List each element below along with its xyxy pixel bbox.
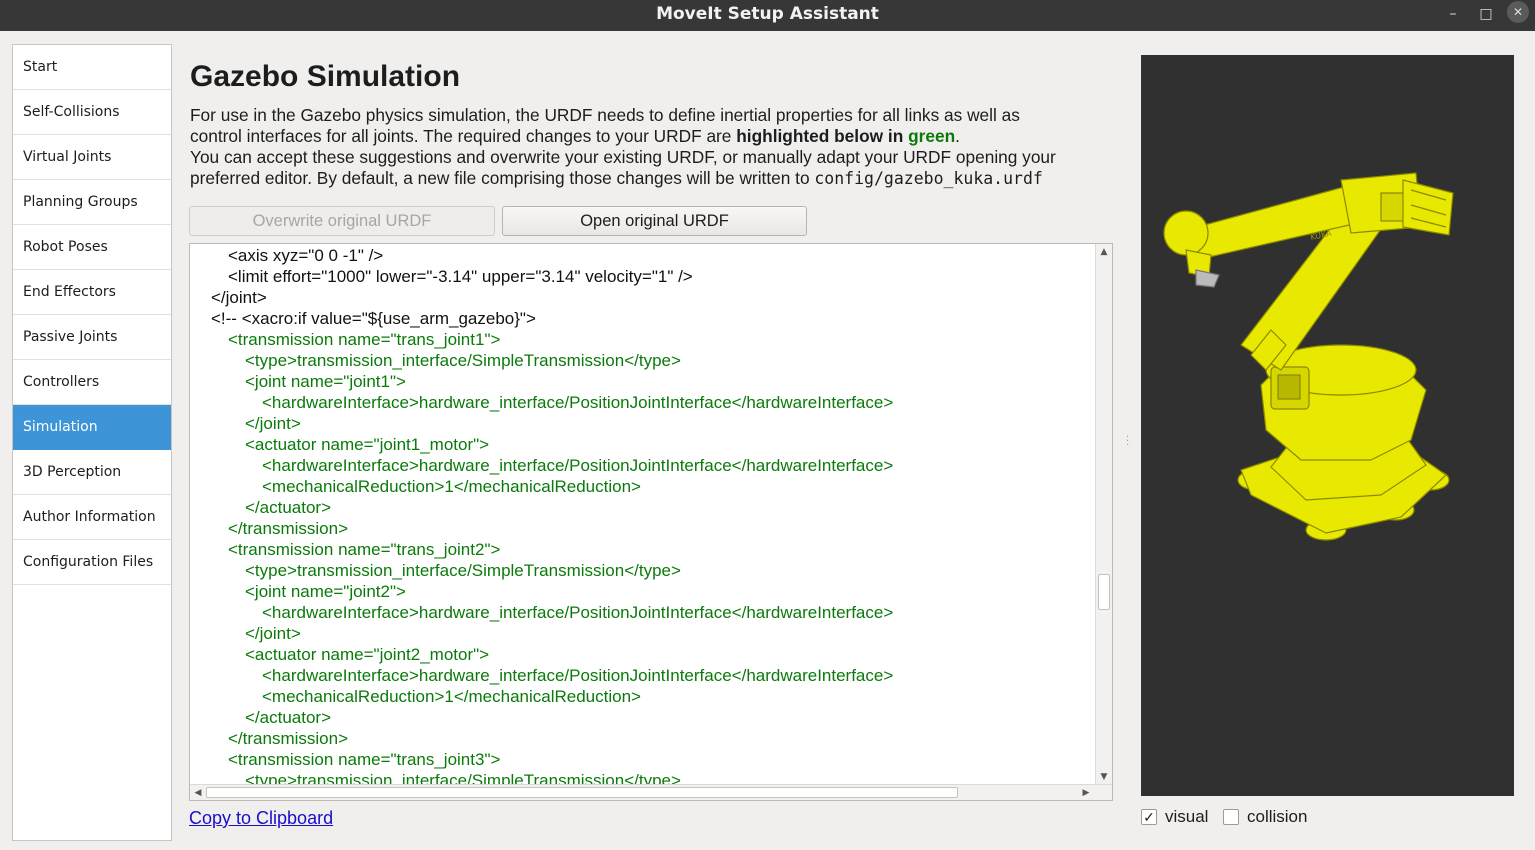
code-line: </transmission> (228, 519, 348, 538)
maximize-icon[interactable]: □ (1473, 3, 1499, 27)
sidebar-item-planning-groups[interactable]: Planning Groups (13, 180, 171, 225)
close-icon[interactable]: ✕ (1507, 1, 1529, 23)
sidebar-item-author-information[interactable]: Author Information (13, 495, 171, 540)
kuka-robot-model: KUKA (1163, 172, 1454, 541)
checkbox-box[interactable] (1223, 809, 1239, 825)
output-file-path: config/gazebo_kuka.urdf (814, 169, 1043, 188)
highlight-text: highlighted below in (736, 126, 909, 146)
code-line: <limit effort="1000" lower="-3.14" upper… (228, 267, 693, 286)
sidebar-item-controllers[interactable]: Controllers (13, 360, 171, 405)
open-urdf-button[interactable]: Open original URDF (502, 206, 807, 236)
scroll-down-icon[interactable]: ▼ (1096, 769, 1112, 785)
code-line: <mechanicalReduction>1</mechanicalReduct… (262, 477, 641, 496)
code-line: <transmission name="trans_joint2"> (228, 540, 501, 559)
code-line: <hardwareInterface>hardware_interface/Po… (262, 603, 894, 622)
code-line: </joint> (245, 624, 301, 643)
code-line: <type>transmission_interface/SimpleTrans… (245, 351, 681, 370)
code-line: <!-- <xacro:if value="${use_arm_gazebo}"… (211, 309, 536, 328)
sidebar-item-self-collisions[interactable]: Self-Collisions (13, 90, 171, 135)
overwrite-urdf-button[interactable]: Overwrite original URDF (189, 206, 495, 236)
vertical-scrollbar[interactable]: ▲ ▼ (1095, 244, 1112, 785)
code-line: <transmission name="trans_joint1"> (228, 330, 501, 349)
description-line: For use in the Gazebo physics simulation… (190, 105, 1020, 125)
copy-to-clipboard-link[interactable]: Copy to Clipboard (189, 808, 333, 829)
horizontal-scroll-thumb[interactable] (206, 787, 958, 798)
sidebar-item-3d-perception[interactable]: 3D Perception (13, 450, 171, 495)
scroll-left-icon[interactable]: ◀ (190, 785, 206, 800)
description-line: preferred editor. By default, a new file… (190, 168, 1125, 189)
description-text: . (955, 126, 960, 146)
sidebar-item-start[interactable]: Start (13, 45, 171, 90)
code-line: <hardwareInterface>hardware_interface/Po… (262, 666, 894, 685)
code-content: <axis xyz="0 0 -1" /> <limit effort="1000… (190, 244, 1096, 785)
code-line: <hardwareInterface>hardware_interface/Po… (262, 393, 894, 412)
sidebar-item-configuration-files[interactable]: Configuration Files (13, 540, 171, 585)
description-line: control interfaces for all joints. The r… (190, 126, 1125, 147)
code-line: </actuator> (245, 708, 332, 727)
code-line: <type>transmission_interface/SimpleTrans… (245, 771, 681, 785)
code-line: </joint> (245, 414, 301, 433)
sidebar-item-simulation[interactable]: Simulation (13, 405, 171, 450)
sidebar-item-end-effectors[interactable]: End Effectors (13, 270, 171, 315)
code-line: <transmission name="trans_joint3"> (228, 750, 501, 769)
collision-label: collision (1247, 807, 1308, 826)
description-line: You can accept these suggestions and ove… (190, 147, 1056, 167)
description: For use in the Gazebo physics simulation… (190, 105, 1125, 189)
robot-3d-viewport[interactable]: KUKA (1141, 55, 1514, 796)
code-line: <actuator name="joint2_motor"> (245, 645, 490, 664)
description-text: control interfaces for all joints. The r… (190, 126, 737, 146)
code-line: <axis xyz="0 0 -1" /> (228, 246, 384, 265)
description-text: preferred editor. By default, a new file… (190, 168, 815, 188)
page-title: Gazebo Simulation (190, 60, 461, 93)
urdf-code-view[interactable]: <axis xyz="0 0 -1" /> <limit effort="1000… (189, 243, 1113, 801)
code-line: <mechanicalReduction>1</mechanicalReduct… (262, 687, 641, 706)
highlight-green-text: green (908, 126, 956, 146)
sidebar-nav: Start Self-Collisions Virtual Joints Planni… (12, 44, 172, 841)
scroll-up-icon[interactable]: ▲ (1096, 244, 1112, 260)
vertical-scroll-thumb[interactable] (1098, 574, 1110, 610)
code-line: </transmission> (228, 729, 348, 748)
sidebar-item-robot-poses[interactable]: Robot Poses (13, 225, 171, 270)
title-bar: MoveIt Setup Assistant – □ ✕ (0, 0, 1535, 31)
code-line: <joint name="joint1"> (245, 372, 406, 391)
horizontal-scrollbar[interactable]: ◀ ▶ (190, 784, 1112, 800)
scroll-right-icon[interactable]: ▶ (1078, 785, 1094, 800)
code-line: <actuator name="joint1_motor"> (245, 435, 490, 454)
window-title: MoveIt Setup Assistant (656, 4, 879, 24)
code-line: </actuator> (245, 498, 332, 517)
minimize-icon[interactable]: – (1440, 3, 1466, 27)
check-icon[interactable]: ✓ (1141, 809, 1157, 825)
code-line: </joint> (211, 288, 267, 307)
sidebar-item-passive-joints[interactable]: Passive Joints (13, 315, 171, 360)
visual-label: visual (1165, 807, 1209, 826)
sidebar-item-virtual-joints[interactable]: Virtual Joints (13, 135, 171, 180)
code-line: <hardwareInterface>hardware_interface/Po… (262, 456, 894, 475)
code-line: <joint name="joint2"> (245, 582, 406, 601)
splitter-handle[interactable]: · · · (1126, 433, 1129, 451)
code-line: <type>transmission_interface/SimpleTrans… (245, 561, 681, 580)
